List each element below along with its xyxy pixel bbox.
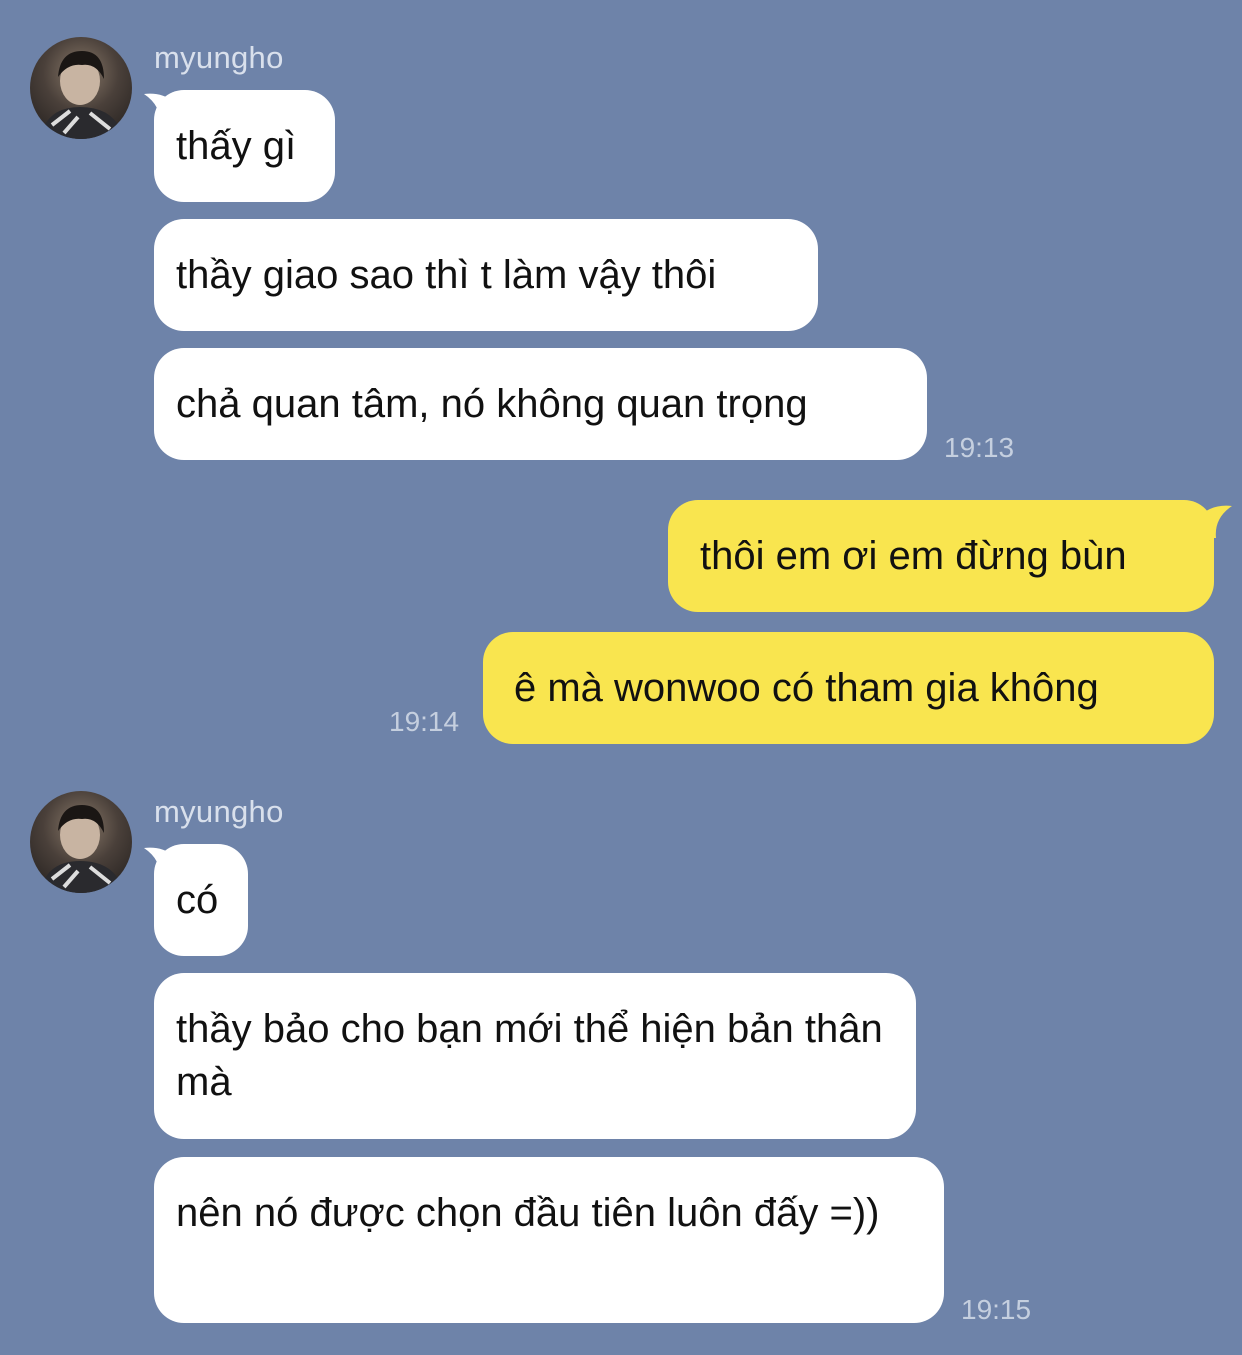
message-bubble-incoming[interactable]: nên nó được chọn đầu tiên luôn đấy =))	[154, 1157, 944, 1323]
sender-name: myungho	[154, 794, 284, 829]
message-bubble-outgoing[interactable]: thôi em ơi em đừng bùn	[668, 500, 1214, 612]
message-timestamp: 19:14	[389, 706, 460, 737]
message-timestamp: 19:13	[944, 432, 1015, 463]
message-text: thầy bảo cho bạn mới thể hiện bản thân m…	[176, 1007, 883, 1104]
message-text: thấy gì	[176, 123, 297, 168]
message-text: thôi em ơi em đừng bùn	[700, 533, 1127, 578]
message-text: có	[176, 877, 219, 922]
message-bubble-incoming[interactable]: thấy gì	[154, 90, 335, 202]
message-bubble-incoming[interactable]: có	[154, 844, 248, 956]
message-bubble-incoming[interactable]: thầy giao sao thì t làm vậy thôi	[154, 219, 818, 331]
message-bubble-incoming[interactable]: thầy bảo cho bạn mới thể hiện bản thân m…	[154, 973, 916, 1139]
message-bubble-outgoing[interactable]: ê mà wonwoo có tham gia không	[483, 632, 1214, 744]
sender-avatar[interactable]	[30, 37, 132, 139]
profile-photo-icon	[40, 805, 124, 893]
message-bubble-incoming[interactable]: chả quan tâm, nó không quan trọng	[154, 348, 927, 460]
sender-name: myungho	[154, 40, 284, 75]
sender-avatar[interactable]	[30, 791, 132, 893]
message-text: ê mà wonwoo có tham gia không	[514, 665, 1099, 710]
message-text: thầy giao sao thì t làm vậy thôi	[176, 252, 717, 297]
message-text: nên nó được chọn đầu tiên luôn đấy =))	[176, 1191, 880, 1235]
message-timestamp: 19:15	[961, 1294, 1032, 1325]
message-text: chả quan tâm, nó không quan trọng	[176, 381, 808, 426]
profile-photo-icon	[40, 51, 124, 139]
